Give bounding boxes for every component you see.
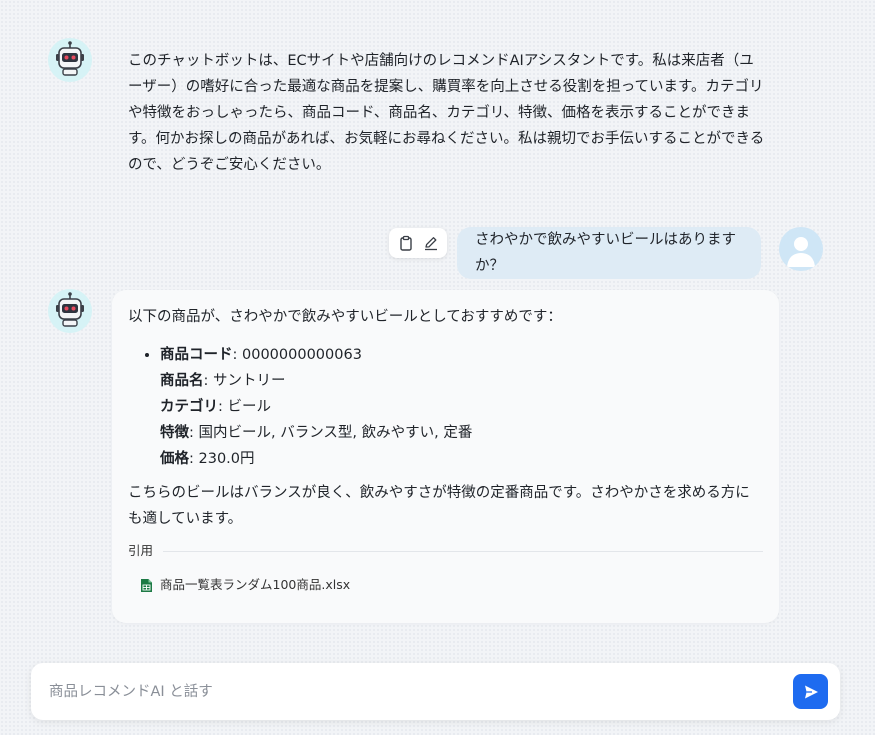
product-name-value: : サントリー [203, 373, 286, 389]
citation-label: 引用 [128, 543, 154, 558]
chat-input[interactable] [47, 682, 793, 701]
product-category-value: : ビール [218, 399, 271, 415]
user-avatar [779, 227, 823, 271]
product-price-value: : 230.0円 [189, 451, 255, 467]
product-category-line: カテゴリ: ビール [160, 394, 763, 420]
edit-button[interactable] [421, 233, 441, 253]
bot-message: このチャットボットは、ECサイトや店舗向けのレコメンドAIアシスタントです。私は… [112, 38, 782, 188]
product-category-label: カテゴリ [160, 399, 218, 415]
citation-divider [163, 550, 763, 552]
product-features-value: : 国内ビール, バランス型, 飲みやすい, 定番 [189, 425, 473, 441]
pencil-icon [424, 237, 437, 251]
product-code-value: : 0000000000063 [232, 347, 362, 363]
copy-button[interactable] [396, 233, 416, 253]
user-icon [787, 237, 815, 267]
product-name-label: 商品名 [160, 373, 204, 389]
product-code-line: 商品コード: 0000000000063 [160, 342, 763, 368]
user-message-actions [389, 228, 447, 258]
citation-file-name: 商品一覧表ランダム100商品.xlsx [160, 577, 351, 592]
user-message-text: さわやかで飲みやすいビールはありますか？ [475, 232, 736, 274]
user-message: さわやかで飲みやすいビールはありますか？ [457, 227, 761, 279]
product-price-line: 価格: 230.0円 [160, 446, 763, 472]
citation-header: 引用 [128, 538, 763, 564]
bot-intro-text: このチャットボットは、ECサイトや店舗向けのレコメンドAIアシスタントです。私は… [128, 53, 765, 173]
bot-avatar [48, 38, 92, 82]
product-price-label: 価格 [160, 451, 189, 467]
list-item: 商品コード: 0000000000063 商品名: サントリー カテゴリ: ビー… [160, 342, 763, 472]
robot-icon [56, 41, 84, 76]
clipboard-icon [399, 235, 412, 251]
product-list: 商品コード: 0000000000063 商品名: サントリー カテゴリ: ビー… [128, 342, 763, 472]
citation-file-link[interactable]: 商品一覧表ランダム100商品.xlsx [140, 572, 763, 598]
message-composer [31, 663, 840, 720]
product-name-line: 商品名: サントリー [160, 368, 763, 394]
bot-avatar [48, 289, 92, 333]
product-code-label: 商品コード [160, 347, 233, 363]
send-button[interactable] [793, 674, 828, 709]
product-features-label: 特徴 [160, 425, 189, 441]
bot-message: 以下の商品が、さわやかで飲みやすいビールとしておすすめです： 商品コード: 00… [112, 290, 779, 623]
bot-reply-outro: こちらのビールはバランスが良く、飲みやすさが特徴の定番商品です。さわやかさを求め… [128, 485, 750, 527]
send-icon [804, 685, 818, 698]
robot-icon [56, 292, 84, 327]
bot-reply-intro: 以下の商品が、さわやかで飲みやすいビールとしておすすめです： [128, 309, 562, 325]
excel-file-icon [140, 578, 153, 593]
product-features-line: 特徴: 国内ビール, バランス型, 飲みやすい, 定番 [160, 420, 763, 446]
